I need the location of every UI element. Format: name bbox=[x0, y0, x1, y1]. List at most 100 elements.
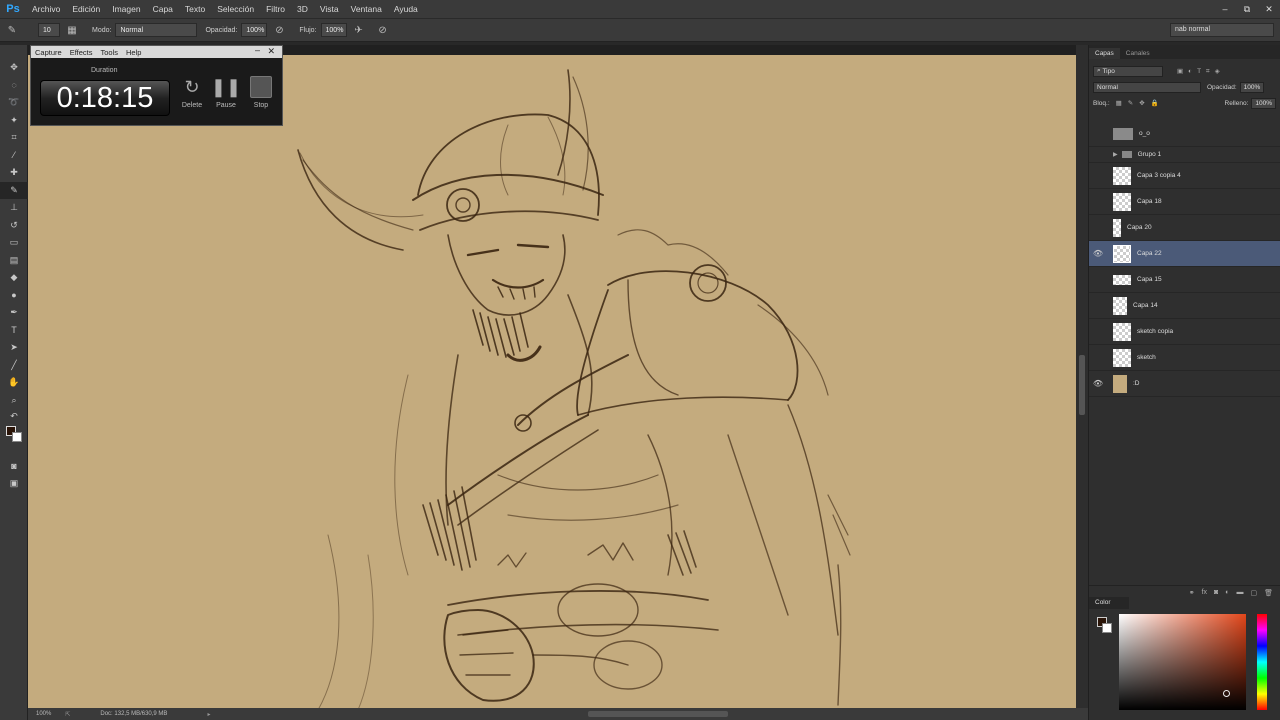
layer-row[interactable]: Capa 18 bbox=[1089, 189, 1280, 215]
export-icon[interactable]: ⇱ bbox=[65, 711, 70, 718]
layer-filter-select[interactable]: ⌕ Tipo bbox=[1093, 65, 1163, 77]
lock-icons[interactable]: ▦✎✥🔒 bbox=[1116, 99, 1165, 107]
menu-ayuda[interactable]: Ayuda bbox=[388, 4, 424, 14]
layer-row-selected[interactable]: 👁 Capa 22 bbox=[1089, 241, 1280, 267]
marquee-tool-icon[interactable]: ◌ bbox=[0, 77, 28, 95]
quick-mask-icon[interactable]: ◙ bbox=[0, 457, 28, 475]
menu-3d[interactable]: 3D bbox=[291, 4, 314, 14]
flow-field[interactable]: 100% bbox=[320, 23, 347, 37]
stamp-tool-icon[interactable]: ⊥ bbox=[0, 199, 28, 217]
stop-button[interactable]: Stop bbox=[246, 76, 276, 109]
menu-edicion[interactable]: Edición bbox=[66, 4, 106, 14]
tab-channels[interactable]: Canales bbox=[1120, 48, 1156, 59]
fx-icon[interactable]: fx bbox=[1202, 589, 1207, 596]
color-background-swatch[interactable] bbox=[1102, 623, 1112, 633]
dodge-tool-icon[interactable]: ● bbox=[0, 287, 28, 305]
fill-field[interactable]: 100% bbox=[1251, 97, 1276, 109]
mask-icon[interactable]: ◙ bbox=[1214, 589, 1218, 596]
hand-tool-icon[interactable]: ✋ bbox=[0, 374, 28, 392]
layer-opacity-label: Opacidad: bbox=[1207, 83, 1237, 91]
color-picker-cursor[interactable] bbox=[1223, 690, 1230, 697]
layer-row[interactable]: sketch bbox=[1089, 345, 1280, 371]
delete-button[interactable]: ↻ Delete bbox=[177, 76, 207, 110]
timer-menu-help[interactable]: Help bbox=[122, 48, 145, 57]
layer-row[interactable]: o_o bbox=[1089, 121, 1280, 147]
timer-close-icon[interactable]: ✕ bbox=[263, 46, 279, 57]
airbrush-icon[interactable]: ✈ bbox=[351, 22, 367, 38]
menu-seleccion[interactable]: Selección bbox=[211, 4, 260, 14]
timer-minimize-icon[interactable]: – bbox=[251, 45, 264, 55]
brush-size-picker[interactable]: 10 bbox=[38, 23, 60, 37]
crop-tool-icon[interactable]: ⌗ bbox=[0, 129, 28, 147]
background-color-swatch[interactable] bbox=[12, 432, 22, 442]
menu-texto[interactable]: Texto bbox=[179, 4, 211, 14]
pause-button[interactable]: ❚❚ Pause bbox=[211, 76, 241, 110]
new-layer-icon[interactable]: ▢ bbox=[1250, 589, 1257, 597]
layer-group-row[interactable]: ▶ Grupo 1 bbox=[1089, 147, 1280, 163]
window-controls: – ⧉ ✕ bbox=[1214, 0, 1280, 18]
menu-imagen[interactable]: Imagen bbox=[106, 4, 146, 14]
timer-menu-capture[interactable]: Capture bbox=[31, 48, 66, 57]
layer-row[interactable]: sketch copia bbox=[1089, 319, 1280, 345]
quick-select-tool-icon[interactable]: ✦ bbox=[0, 112, 28, 130]
expand-arrow-icon[interactable]: ▶ bbox=[1113, 151, 1118, 158]
brush-tool-icon[interactable]: ✎ bbox=[0, 181, 28, 199]
menu-filtro[interactable]: Filtro bbox=[260, 4, 291, 14]
path-select-tool-icon[interactable]: ➤ bbox=[0, 339, 28, 357]
eyedropper-tool-icon[interactable]: ⁄ bbox=[0, 147, 28, 165]
trash-icon[interactable]: 🗑 bbox=[1264, 589, 1273, 597]
menu-vista[interactable]: Vista bbox=[314, 4, 345, 14]
doc-size[interactable]: Doc: 132,5 MB/630,9 MB bbox=[100, 711, 167, 717]
drawing-canvas[interactable] bbox=[28, 55, 1076, 710]
eraser-tool-icon[interactable]: ▭ bbox=[0, 234, 28, 252]
history-brush-tool-icon[interactable]: ↺ bbox=[0, 217, 28, 235]
link-icon[interactable]: ⚭ bbox=[1189, 589, 1195, 597]
eye-icon[interactable]: 👁 bbox=[1089, 379, 1107, 388]
gradient-tool-icon[interactable]: ▤ bbox=[0, 252, 28, 270]
opacity-field[interactable]: 100% bbox=[241, 23, 268, 37]
tab-layers[interactable]: Capas bbox=[1089, 48, 1120, 59]
eye-icon[interactable]: 👁 bbox=[1089, 249, 1107, 258]
zoom-tool-icon[interactable]: ⌕ bbox=[0, 392, 28, 410]
line-tool-icon[interactable]: ╱ bbox=[0, 357, 28, 375]
vertical-scroll-thumb[interactable] bbox=[1079, 355, 1085, 415]
timer-menu-tools[interactable]: Tools bbox=[96, 48, 122, 57]
blur-tool-icon[interactable]: ◆ bbox=[0, 269, 28, 287]
layer-row[interactable]: Capa 14 bbox=[1089, 293, 1280, 319]
menu-ventana[interactable]: Ventana bbox=[345, 4, 388, 14]
mode-select[interactable]: Normal bbox=[115, 23, 198, 37]
blend-row: Normal Opacidad: 100% bbox=[1089, 79, 1280, 95]
type-tool-icon[interactable]: T bbox=[0, 322, 28, 340]
layer-row[interactable]: Capa 3 copia 4 bbox=[1089, 163, 1280, 189]
blend-mode-select[interactable]: Normal bbox=[1093, 81, 1201, 93]
horizontal-scroll-thumb[interactable] bbox=[588, 711, 728, 717]
layer-opacity-field[interactable]: 100% bbox=[1239, 81, 1265, 93]
zoom-level[interactable]: 100% bbox=[36, 711, 51, 717]
hue-slider[interactable] bbox=[1257, 614, 1267, 710]
menu-archivo[interactable]: Archivo bbox=[26, 4, 66, 14]
minimize-button[interactable]: – bbox=[1214, 0, 1236, 18]
status-arrow-icon[interactable]: ▸ bbox=[207, 711, 210, 718]
adjustment-icon[interactable]: ◐ bbox=[1225, 589, 1229, 596]
screen-mode-icon[interactable]: ▣ bbox=[0, 475, 28, 493]
restore-button[interactable]: ⧉ bbox=[1236, 0, 1258, 18]
brush-tool-icon[interactable]: ✎ bbox=[4, 22, 20, 38]
menu-capa[interactable]: Capa bbox=[147, 4, 179, 14]
pen-tool-icon[interactable]: ✒ bbox=[0, 304, 28, 322]
pressure-opacity-icon[interactable]: ⊘ bbox=[271, 22, 287, 38]
brush-panel-icon[interactable]: ▦ bbox=[64, 22, 80, 38]
layer-row[interactable]: Capa 15 bbox=[1089, 267, 1280, 293]
close-button[interactable]: ✕ bbox=[1258, 0, 1280, 18]
timer-menu-effects[interactable]: Effects bbox=[66, 48, 97, 57]
swap-colors-icon[interactable]: ↶ bbox=[0, 409, 28, 423]
layer-row[interactable]: Capa 20 bbox=[1089, 215, 1280, 241]
filter-icons[interactable]: ▣◐T⌗◈ bbox=[1177, 67, 1225, 76]
healing-tool-icon[interactable]: ✚ bbox=[0, 164, 28, 182]
move-tool-icon[interactable]: ✥ bbox=[0, 59, 28, 77]
lasso-tool-icon[interactable]: ➰ bbox=[0, 94, 28, 112]
workspace-preset-select[interactable]: nab normal bbox=[1170, 23, 1274, 37]
new-group-icon[interactable]: ▬ bbox=[1236, 589, 1243, 596]
pressure-size-icon[interactable]: ⊘ bbox=[375, 22, 391, 38]
vertical-scrollbar[interactable] bbox=[1076, 45, 1088, 710]
layer-row[interactable]: 👁 :D bbox=[1089, 371, 1280, 397]
